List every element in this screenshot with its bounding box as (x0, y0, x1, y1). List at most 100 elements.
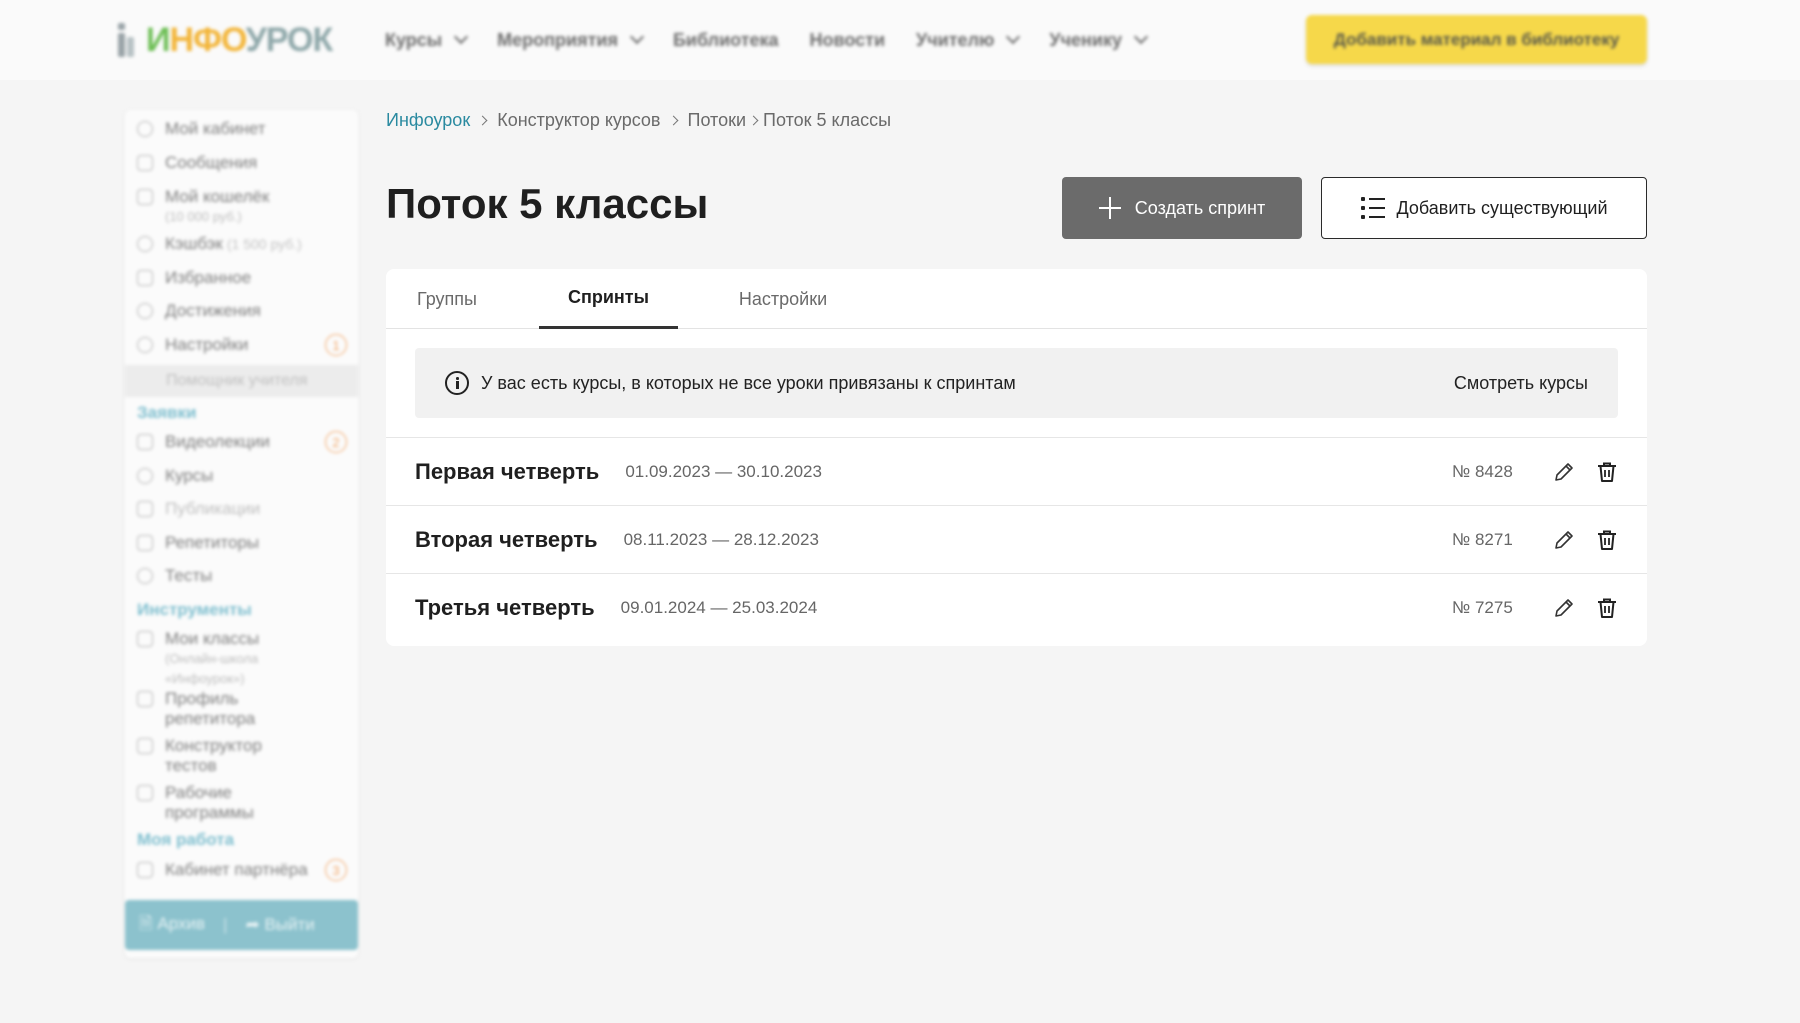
sprint-name-wrap: Вторая четверть 08.11.2023 — 28.12.2023 (415, 506, 819, 574)
sidebar-item-settings[interactable]: Настройки (137, 335, 248, 355)
nav-item-student[interactable]: Ученику (1049, 29, 1149, 51)
sidebar-item-label: Достижения (165, 301, 261, 320)
create-sprint-button[interactable]: Создать спринт (1062, 177, 1302, 239)
sidebar-item-label: Кэшбэк (165, 234, 223, 253)
sidebar: Мой кабинет Сообщения Мой кошелёк (10 00… (125, 110, 358, 958)
sidebar-item-achievements[interactable]: Достижения (137, 301, 261, 321)
sidebar-item-tutors[interactable]: Репетиторы (137, 533, 259, 553)
trash-icon[interactable] (1595, 596, 1619, 620)
sidebar-section-my-work: Моя работа (137, 830, 235, 849)
cashback-balance: (1 500 руб.) (226, 236, 302, 252)
logout-label: Выйти (264, 915, 315, 934)
cashback-icon (137, 236, 153, 252)
tab-sprints[interactable]: Спринты (539, 269, 678, 329)
breadcrumb-item-streams[interactable]: Потоки (688, 110, 747, 131)
chevron-right-icon (477, 115, 488, 125)
chevron-right-icon (668, 115, 678, 125)
trash-icon[interactable] (1595, 528, 1619, 552)
sidebar-item-tests[interactable]: Тесты (137, 566, 212, 586)
footer-separator: | (223, 915, 228, 934)
tab-settings[interactable]: Настройки (737, 269, 829, 329)
logout-button[interactable]: ➦ Выйти (245, 915, 314, 935)
sidebar-item-cashback[interactable]: Кэшбэк (1 500 руб.) (137, 234, 302, 254)
add-existing-label: Добавить существующий (1396, 197, 1608, 218)
list-icon (1360, 197, 1385, 219)
sidebar-footer: 🗎 Архив | ➦ Выйти (125, 900, 358, 950)
sidebar-item-publications[interactable]: Публикации (137, 499, 260, 519)
partner-icon (137, 862, 153, 878)
sidebar-item-courses[interactable]: Курсы (137, 466, 213, 486)
create-sprint-label: Создать спринт (1134, 197, 1266, 218)
sprint-row[interactable]: Вторая четверть 08.11.2023 — 28.12.2023 … (386, 505, 1647, 573)
breadcrumb-item-course-builder[interactable]: Конструктор курсов (497, 110, 660, 131)
sidebar-item-label: Рабочие (165, 783, 232, 802)
page-title: Поток 5 классы (386, 180, 709, 227)
trophy-icon (137, 303, 153, 319)
sidebar-item-messages[interactable]: Сообщения (137, 153, 257, 173)
sidebar-item-wallet[interactable]: Мой кошелёк (10 000 руб.) (137, 187, 269, 227)
sprint-row[interactable]: Третья четверть 09.01.2024 — 25.03.2024 … (386, 573, 1647, 641)
settings-badge: 1 (325, 334, 347, 356)
edit-pencil-icon[interactable] (1552, 528, 1576, 552)
edit-pencil-icon[interactable] (1552, 460, 1576, 484)
sidebar-section-requests: Заявки (137, 403, 197, 422)
sidebar-item-label: Избранное (165, 268, 252, 287)
breadcrumb-item-home[interactable]: Инфоурок (386, 110, 470, 131)
calendar-icon (137, 785, 153, 801)
add-existing-button[interactable]: Добавить существующий (1321, 177, 1647, 239)
add-material-button[interactable]: Добавить материал в библиотеку (1306, 15, 1647, 64)
sidebar-item-label: тестов (165, 756, 217, 775)
nav-item-library[interactable]: Библиотека (673, 30, 779, 51)
sprint-dates: 01.09.2023 — 30.10.2023 (625, 462, 822, 481)
site-logo[interactable]: ИНФОУРОК (118, 20, 333, 60)
classes-icon (137, 631, 153, 647)
chevron-down-icon (1133, 29, 1149, 45)
nav-item-events[interactable]: Мероприятия (497, 30, 645, 51)
sidebar-item-label: Настройки (165, 335, 249, 354)
sprint-number: № 7275 (1452, 598, 1513, 617)
sidebar-item-teacher-helper[interactable]: Помощник учителя (125, 365, 358, 397)
sidebar-section-tools: Инструменты (137, 600, 252, 619)
nav-item-news[interactable]: Новости (810, 30, 885, 51)
sidebar-item-label: Конструктор (165, 736, 262, 755)
trash-icon[interactable] (1595, 460, 1619, 484)
logo-text: ИНФОУРОК (146, 20, 333, 59)
profile-icon (137, 691, 153, 707)
sidebar-item-my-account[interactable]: Мой кабинет (137, 119, 266, 139)
sidebar-item-label: программы (165, 803, 254, 822)
sidebar-item-video-lectures[interactable]: Видеолекции (137, 432, 270, 452)
sidebar-item-partner-cabinet[interactable]: Кабинет партнёра (137, 860, 308, 880)
video-lectures-badge: 2 (325, 431, 347, 453)
nav-item-label: Библиотека (672, 29, 779, 50)
wallet-balance: (10 000 руб.) (165, 209, 242, 224)
sidebar-item-test-builder[interactable]: Конструктор тестов (137, 736, 262, 776)
edit-pencil-icon[interactable] (1552, 596, 1576, 620)
bookmark-icon (137, 270, 153, 286)
tutors-icon (137, 535, 153, 551)
nav-item-teacher[interactable]: Учителю (916, 29, 1021, 51)
nav-item-courses[interactable]: Курсы (385, 29, 469, 51)
sidebar-item-favorites[interactable]: Избранное (137, 268, 251, 288)
nav-item-label: Ученику (1049, 29, 1123, 50)
sidebar-item-work-programs[interactable]: Рабочие программы (137, 783, 254, 823)
sidebar-item-label: репетитора (165, 709, 256, 728)
chevron-right-icon (748, 115, 759, 125)
account-icon (137, 121, 153, 137)
sidebar-item-tutor-profile[interactable]: Профиль репетитора (137, 689, 255, 729)
breadcrumb: Инфоурок Конструктор курсов Потоки Поток… (386, 108, 891, 132)
info-icon (445, 371, 469, 395)
tab-bar: Группы Спринты Настройки (386, 269, 1647, 329)
archive-label: Архив (157, 913, 206, 933)
wallet-icon (137, 189, 153, 205)
tab-groups[interactable]: Группы (416, 269, 478, 329)
nav-item-label: Учителю (916, 29, 995, 50)
view-courses-link[interactable]: Смотреть курсы (1454, 348, 1588, 418)
sidebar-item-my-classes[interactable]: Мои классы (Онлайн-школа «Инфоурок») (137, 629, 259, 689)
chevron-down-icon (454, 29, 469, 45)
sidebar-item-label: Видеолекции (165, 432, 270, 451)
archive-button[interactable]: 🗎 Архив (139, 911, 205, 940)
nav-item-label: Курсы (385, 29, 443, 50)
sprint-dates: 08.11.2023 — 28.12.2023 (623, 530, 819, 549)
sprint-row[interactable]: Первая четверть 01.09.2023 — 30.10.2023 … (386, 437, 1647, 505)
sprint-name-wrap: Первая четверть 01.09.2023 — 30.10.2023 (415, 438, 822, 506)
